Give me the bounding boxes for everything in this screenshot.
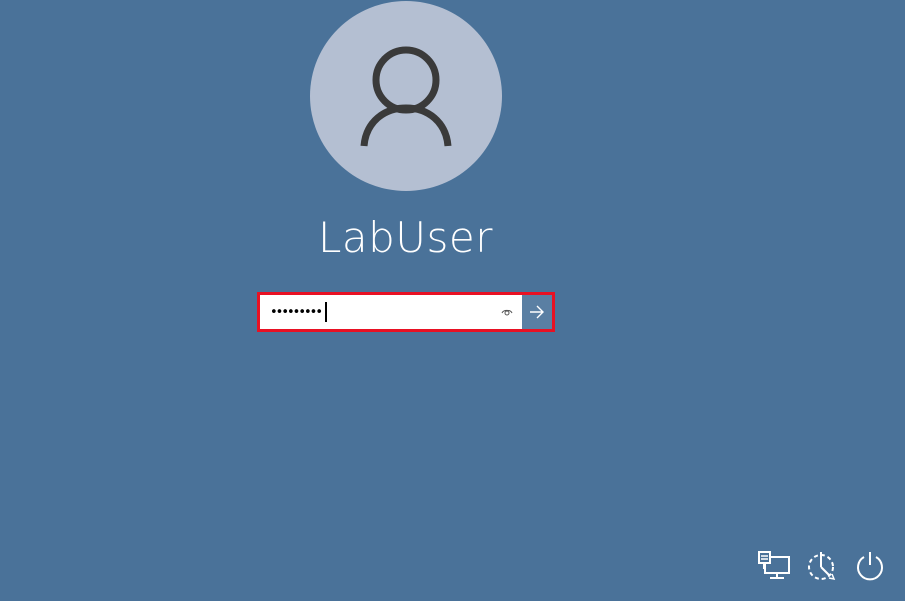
network-button[interactable] [756,547,792,585]
password-value-container: ••••••••• [270,295,327,329]
text-caret [325,302,327,322]
network-icon [758,551,790,579]
password-input[interactable]: ••••••••• [260,295,522,329]
power-icon [857,552,883,581]
user-silhouette-icon [360,46,452,147]
submit-button[interactable] [522,295,552,329]
eye-icon [501,309,513,316]
reveal-password-button[interactable] [500,305,514,319]
avatar [310,1,502,191]
password-box[interactable]: ••••••••• [257,292,555,332]
power-button[interactable] [852,547,888,585]
ease-of-access-button[interactable] [803,547,839,585]
password-masked-value: ••••••••• [270,304,323,320]
username-label: LabUser [317,213,494,262]
arrow-right-icon [530,305,544,319]
ease-of-access-icon [808,552,836,581]
